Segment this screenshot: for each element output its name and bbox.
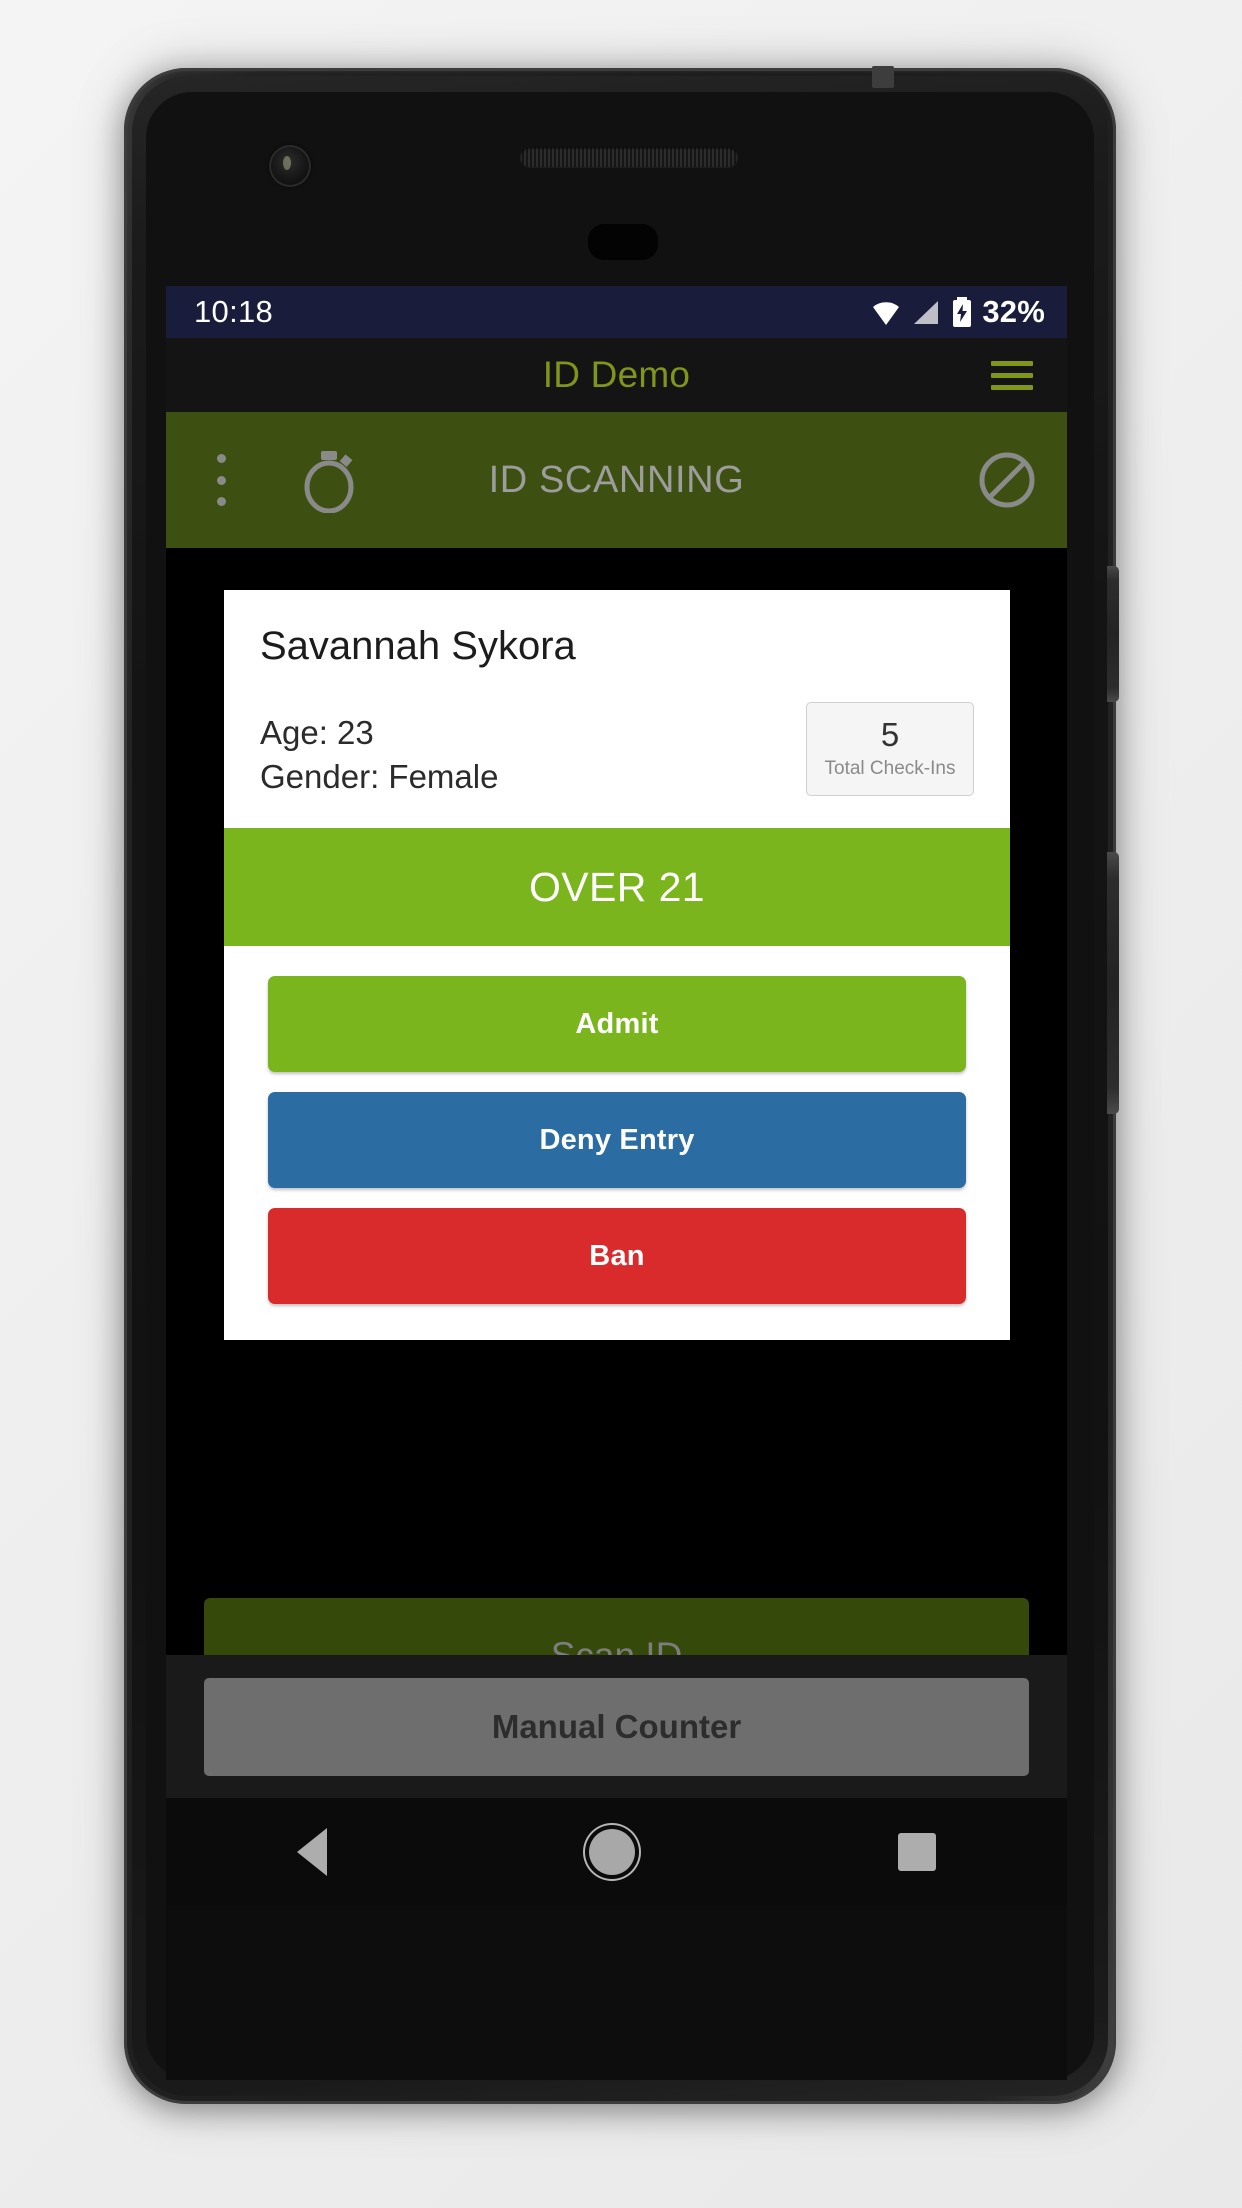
battery-percent-label: 32%	[982, 294, 1045, 329]
person-name: Savannah Sykora	[260, 624, 576, 668]
total-checkins-box: 5 Total Check-Ins	[806, 702, 974, 796]
action-buttons: Admit Deny Entry Ban	[224, 946, 1010, 1340]
back-triangle-icon[interactable]	[297, 1828, 328, 1876]
hamburger-menu-icon[interactable]	[991, 360, 1033, 390]
earpiece-speaker-grille	[520, 147, 738, 167]
status-bar-indicators: 32%	[869, 294, 1045, 330]
main-content: Savannah Sykora Age: 23 Gender: Female 5…	[166, 548, 1067, 1798]
scan-toolbar: ID SCANNING	[166, 412, 1067, 548]
admit-button[interactable]: Admit	[268, 976, 966, 1073]
manual-counter-button[interactable]: Manual Counter	[204, 1677, 1029, 1776]
age-status-banner: OVER 21	[224, 828, 1010, 947]
phone-screen: 10:18 32% ID Demo ID SCANNING Savannah S…	[166, 286, 1067, 1798]
antenna-band	[872, 66, 894, 88]
bottom-action-bar: Manual Counter	[166, 1655, 1067, 1798]
front-camera-icon	[269, 145, 311, 187]
app-bar: ID Demo	[166, 338, 1067, 412]
app-title: ID Demo	[542, 354, 691, 395]
total-checkins-label: Total Check-Ins	[824, 758, 956, 779]
bottom-bezel	[166, 1906, 1067, 2080]
home-circle-icon[interactable]	[589, 1829, 636, 1875]
proximity-sensor	[588, 224, 658, 260]
stopwatch-icon[interactable]	[298, 447, 360, 513]
person-info-section: Savannah Sykora Age: 23 Gender: Female 5…	[224, 590, 1010, 828]
volume-button[interactable]	[1107, 852, 1119, 1114]
android-nav-bar	[166, 1798, 1067, 1906]
cell-signal-icon	[914, 301, 939, 324]
list-icon[interactable]	[196, 454, 254, 506]
power-button[interactable]	[1107, 566, 1119, 702]
ban-button[interactable]: Ban	[268, 1208, 966, 1305]
block-icon[interactable]	[977, 450, 1037, 510]
recents-square-icon[interactable]	[897, 1833, 936, 1871]
screenshot-root: 10:18 32% ID Demo ID SCANNING Savannah S…	[0, 0, 1242, 2208]
deny-entry-button[interactable]: Deny Entry	[268, 1092, 966, 1189]
battery-charging-icon	[953, 297, 972, 327]
wifi-icon	[873, 302, 900, 325]
person-card: Savannah Sykora Age: 23 Gender: Female 5…	[224, 590, 1010, 1341]
status-bar: 10:18 32%	[166, 286, 1067, 338]
status-bar-clock: 10:18	[194, 294, 274, 329]
total-checkins-count: 5	[880, 716, 900, 753]
